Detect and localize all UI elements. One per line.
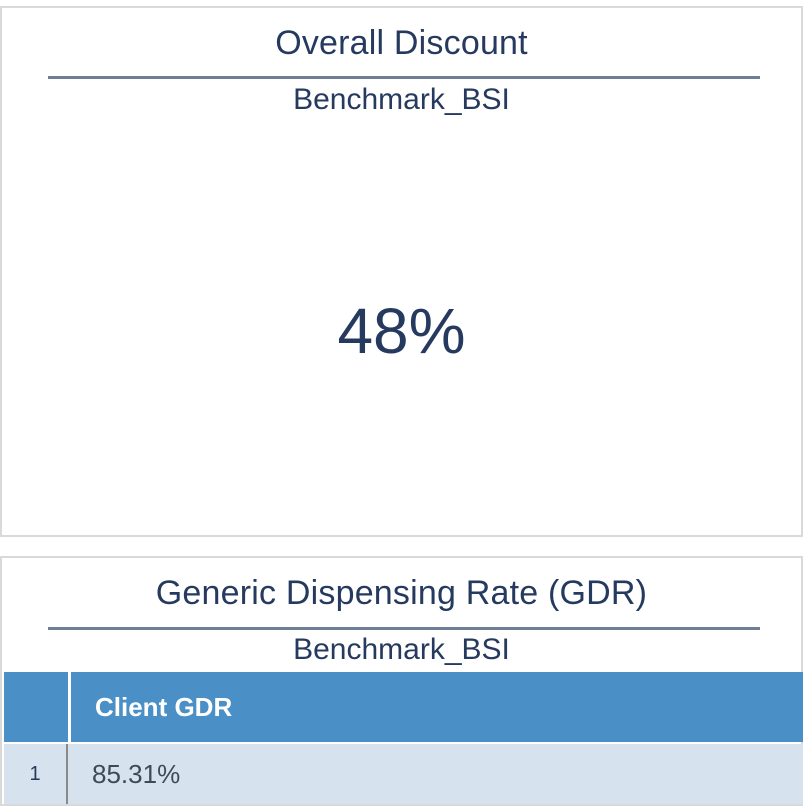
title-divider <box>48 76 760 79</box>
client-gdr-value: 85.31% <box>92 759 181 789</box>
row-index-header <box>4 672 71 742</box>
gdr-card: Generic Dispensing Rate (GDR) Benchmark_… <box>0 556 803 806</box>
row-index: 1 <box>4 744 68 804</box>
gdr-table: Client GDR 1 85.31% <box>4 672 803 804</box>
overall-discount-card: Overall Discount Benchmark_BSI 48% <box>0 6 803 537</box>
overall-discount-value: 48% <box>337 295 466 367</box>
client-gdr-header[interactable]: Client GDR <box>71 672 803 742</box>
overall-discount-title: Overall Discount <box>275 24 528 62</box>
gdr-subtitle: Benchmark_BSI <box>293 633 510 666</box>
title-divider <box>48 627 760 630</box>
table-row[interactable]: 1 85.31% <box>4 744 803 804</box>
gdr-title: Generic Dispensing Rate (GDR) <box>155 574 648 612</box>
table-header: Client GDR <box>4 672 803 742</box>
overall-discount-subtitle: Benchmark_BSI <box>293 83 510 116</box>
